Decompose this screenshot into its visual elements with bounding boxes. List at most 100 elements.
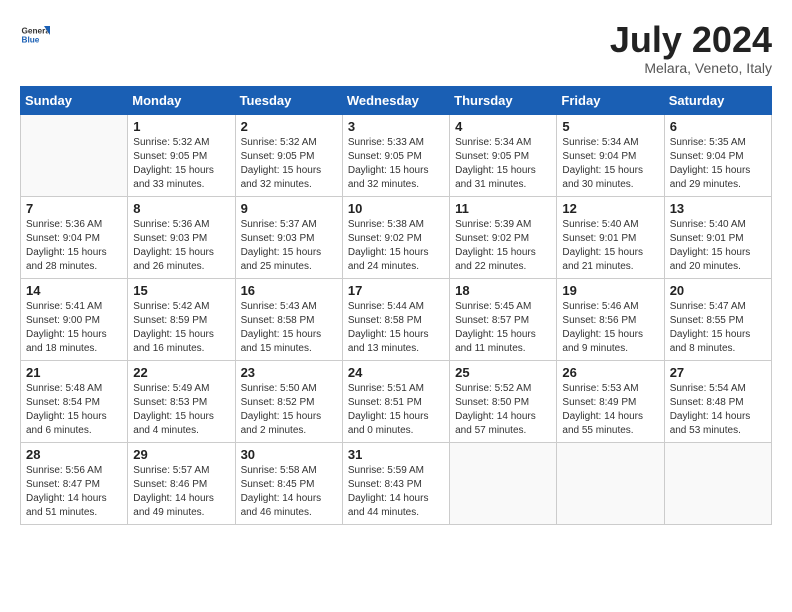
day-number: 11 bbox=[455, 201, 551, 216]
weekday-header-sunday: Sunday bbox=[21, 86, 128, 114]
calendar-cell: 28Sunrise: 5:56 AM Sunset: 8:47 PM Dayli… bbox=[21, 442, 128, 524]
calendar-cell: 16 Sunrise: 5:43 AM Sunset: 8:58 PM Dayli… bbox=[235, 278, 342, 360]
calendar-cell: 29 Sunrise: 5:57 AM Sunset: 8:46 PM Dayli… bbox=[128, 442, 235, 524]
day-number: 16 bbox=[241, 283, 337, 298]
day-info: Sunrise: 5:52 AM Sunset: 8:50 PM Dayligh… bbox=[455, 382, 551, 438]
day-info: Sunrise: 5:54 AM Sunset: 8:48 PM Dayligh… bbox=[670, 382, 766, 438]
calendar-cell: 21 Sunrise: 5:48 AM Sunset: 8:54 PM Dayli… bbox=[21, 360, 128, 442]
month-title: July 2024 bbox=[610, 20, 772, 60]
calendar-cell bbox=[450, 442, 557, 524]
calendar-cell: 14Sunrise: 5:41 AM Sunset: 9:00 PM Dayli… bbox=[21, 278, 128, 360]
calendar-table: SundayMondayTuesdayWednesdayThursdayFrid… bbox=[20, 86, 772, 525]
day-number: 12 bbox=[562, 201, 658, 216]
day-info: Sunrise: 5:32 AM Sunset: 9:05 PM Dayligh… bbox=[241, 136, 337, 192]
svg-text:Blue: Blue bbox=[22, 36, 40, 45]
day-info: Sunrise: 5:43 AM Sunset: 8:58 PM Dayligh… bbox=[241, 300, 337, 356]
day-number: 6 bbox=[670, 119, 766, 134]
day-info: Sunrise: 5:36 AM Sunset: 9:04 PM Dayligh… bbox=[26, 218, 122, 274]
day-number: 29 bbox=[133, 447, 229, 462]
day-info: Sunrise: 5:57 AM Sunset: 8:46 PM Dayligh… bbox=[133, 464, 229, 520]
day-info: Sunrise: 5:40 AM Sunset: 9:01 PM Dayligh… bbox=[562, 218, 658, 274]
day-number: 25 bbox=[455, 365, 551, 380]
day-number: 7 bbox=[26, 201, 122, 216]
calendar-cell: 8Sunrise: 5:36 AM Sunset: 9:03 PM Daylig… bbox=[128, 196, 235, 278]
day-number: 24 bbox=[348, 365, 444, 380]
calendar-cell: 12 Sunrise: 5:40 AM Sunset: 9:01 PM Dayli… bbox=[557, 196, 664, 278]
title-block: July 2024 Melara, Veneto, Italy bbox=[610, 20, 772, 76]
location: Melara, Veneto, Italy bbox=[610, 60, 772, 76]
day-info: Sunrise: 5:48 AM Sunset: 8:54 PM Dayligh… bbox=[26, 382, 122, 438]
day-number: 10 bbox=[348, 201, 444, 216]
calendar-cell: 1 Sunrise: 5:32 AM Sunset: 9:05 PM Daylig… bbox=[128, 114, 235, 196]
calendar-cell: 4Sunrise: 5:34 AM Sunset: 9:05 PM Daylig… bbox=[450, 114, 557, 196]
calendar-cell: 5Sunrise: 5:34 AM Sunset: 9:04 PM Daylig… bbox=[557, 114, 664, 196]
day-info: Sunrise: 5:59 AM Sunset: 8:43 PM Dayligh… bbox=[348, 464, 444, 520]
day-info: Sunrise: 5:32 AM Sunset: 9:05 PM Dayligh… bbox=[133, 136, 229, 192]
calendar-cell: 18 Sunrise: 5:45 AM Sunset: 8:57 PM Dayli… bbox=[450, 278, 557, 360]
day-number: 23 bbox=[241, 365, 337, 380]
day-number: 26 bbox=[562, 365, 658, 380]
day-number: 30 bbox=[241, 447, 337, 462]
calendar-cell: 3 Sunrise: 5:33 AM Sunset: 9:05 PM Daylig… bbox=[342, 114, 449, 196]
day-info: Sunrise: 5:49 AM Sunset: 8:53 PM Dayligh… bbox=[133, 382, 229, 438]
calendar-cell: 22Sunrise: 5:49 AM Sunset: 8:53 PM Dayli… bbox=[128, 360, 235, 442]
day-info: Sunrise: 5:39 AM Sunset: 9:02 PM Dayligh… bbox=[455, 218, 551, 274]
logo: General Blue bbox=[20, 20, 50, 50]
calendar-cell: 19 Sunrise: 5:46 AM Sunset: 8:56 PM Dayli… bbox=[557, 278, 664, 360]
calendar-cell: 9Sunrise: 5:37 AM Sunset: 9:03 PM Daylig… bbox=[235, 196, 342, 278]
calendar-cell: 7 Sunrise: 5:36 AM Sunset: 9:04 PM Daylig… bbox=[21, 196, 128, 278]
calendar-week-1: 1 Sunrise: 5:32 AM Sunset: 9:05 PM Daylig… bbox=[21, 114, 772, 196]
weekday-header-friday: Friday bbox=[557, 86, 664, 114]
day-info: Sunrise: 5:42 AM Sunset: 8:59 PM Dayligh… bbox=[133, 300, 229, 356]
logo-icon: General Blue bbox=[20, 20, 50, 50]
calendar-cell: 15Sunrise: 5:42 AM Sunset: 8:59 PM Dayli… bbox=[128, 278, 235, 360]
day-info: Sunrise: 5:46 AM Sunset: 8:56 PM Dayligh… bbox=[562, 300, 658, 356]
calendar-cell: 25 Sunrise: 5:52 AM Sunset: 8:50 PM Dayli… bbox=[450, 360, 557, 442]
weekday-header-thursday: Thursday bbox=[450, 86, 557, 114]
page-header: General Blue July 2024 Melara, Veneto, I… bbox=[20, 20, 772, 76]
day-info: Sunrise: 5:58 AM Sunset: 8:45 PM Dayligh… bbox=[241, 464, 337, 520]
calendar-cell: 10 Sunrise: 5:38 AM Sunset: 9:02 PM Dayli… bbox=[342, 196, 449, 278]
calendar-cell bbox=[21, 114, 128, 196]
day-info: Sunrise: 5:51 AM Sunset: 8:51 PM Dayligh… bbox=[348, 382, 444, 438]
weekday-header-saturday: Saturday bbox=[664, 86, 771, 114]
calendar-cell: 24 Sunrise: 5:51 AM Sunset: 8:51 PM Dayli… bbox=[342, 360, 449, 442]
weekday-header-tuesday: Tuesday bbox=[235, 86, 342, 114]
day-number: 2 bbox=[241, 119, 337, 134]
day-info: Sunrise: 5:38 AM Sunset: 9:02 PM Dayligh… bbox=[348, 218, 444, 274]
day-number: 13 bbox=[670, 201, 766, 216]
calendar-cell: 30 Sunrise: 5:58 AM Sunset: 8:45 PM Dayli… bbox=[235, 442, 342, 524]
day-number: 28 bbox=[26, 447, 122, 462]
day-info: Sunrise: 5:50 AM Sunset: 8:52 PM Dayligh… bbox=[241, 382, 337, 438]
calendar-cell: 20Sunrise: 5:47 AM Sunset: 8:55 PM Dayli… bbox=[664, 278, 771, 360]
day-number: 19 bbox=[562, 283, 658, 298]
day-info: Sunrise: 5:53 AM Sunset: 8:49 PM Dayligh… bbox=[562, 382, 658, 438]
day-number: 27 bbox=[670, 365, 766, 380]
day-number: 3 bbox=[348, 119, 444, 134]
day-info: Sunrise: 5:35 AM Sunset: 9:04 PM Dayligh… bbox=[670, 136, 766, 192]
day-info: Sunrise: 5:34 AM Sunset: 9:04 PM Dayligh… bbox=[562, 136, 658, 192]
day-info: Sunrise: 5:47 AM Sunset: 8:55 PM Dayligh… bbox=[670, 300, 766, 356]
calendar-week-2: 7 Sunrise: 5:36 AM Sunset: 9:04 PM Daylig… bbox=[21, 196, 772, 278]
day-number: 9 bbox=[241, 201, 337, 216]
weekday-header-monday: Monday bbox=[128, 86, 235, 114]
calendar-cell: 31 Sunrise: 5:59 AM Sunset: 8:43 PM Dayli… bbox=[342, 442, 449, 524]
day-number: 18 bbox=[455, 283, 551, 298]
calendar-cell: 11 Sunrise: 5:39 AM Sunset: 9:02 PM Dayli… bbox=[450, 196, 557, 278]
day-info: Sunrise: 5:45 AM Sunset: 8:57 PM Dayligh… bbox=[455, 300, 551, 356]
calendar-cell bbox=[664, 442, 771, 524]
calendar-cell: 17Sunrise: 5:44 AM Sunset: 8:58 PM Dayli… bbox=[342, 278, 449, 360]
calendar-cell: 13 Sunrise: 5:40 AM Sunset: 9:01 PM Dayli… bbox=[664, 196, 771, 278]
weekday-header-wednesday: Wednesday bbox=[342, 86, 449, 114]
day-number: 31 bbox=[348, 447, 444, 462]
calendar-cell: 2 Sunrise: 5:32 AM Sunset: 9:05 PM Daylig… bbox=[235, 114, 342, 196]
day-info: Sunrise: 5:34 AM Sunset: 9:05 PM Dayligh… bbox=[455, 136, 551, 192]
calendar-week-3: 14Sunrise: 5:41 AM Sunset: 9:00 PM Dayli… bbox=[21, 278, 772, 360]
calendar-cell bbox=[557, 442, 664, 524]
day-info: Sunrise: 5:40 AM Sunset: 9:01 PM Dayligh… bbox=[670, 218, 766, 274]
day-info: Sunrise: 5:33 AM Sunset: 9:05 PM Dayligh… bbox=[348, 136, 444, 192]
calendar-cell: 27 Sunrise: 5:54 AM Sunset: 8:48 PM Dayli… bbox=[664, 360, 771, 442]
day-info: Sunrise: 5:44 AM Sunset: 8:58 PM Dayligh… bbox=[348, 300, 444, 356]
day-number: 1 bbox=[133, 119, 229, 134]
day-number: 21 bbox=[26, 365, 122, 380]
